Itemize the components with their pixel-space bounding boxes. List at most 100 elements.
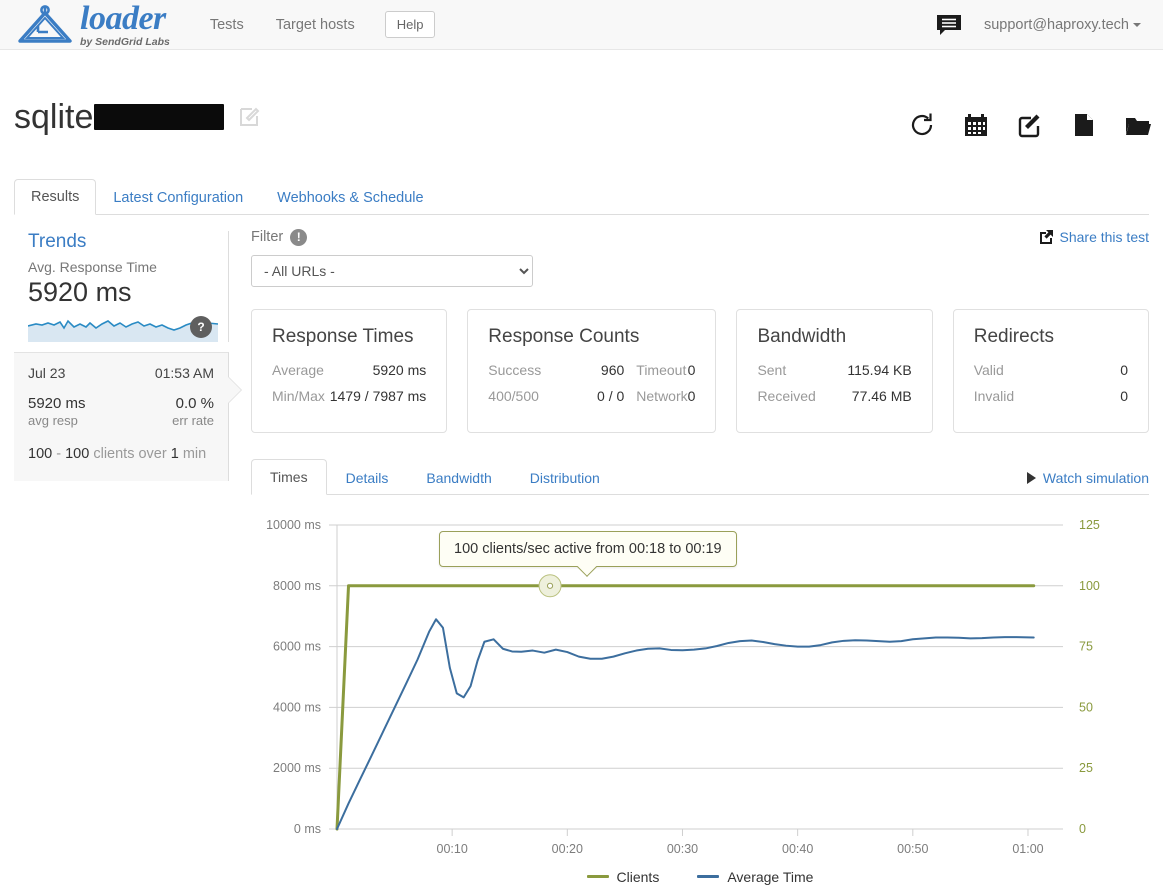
chat-icon[interactable] bbox=[936, 14, 962, 36]
card-title: Response Counts bbox=[488, 325, 640, 347]
row-value: 77.46 MB bbox=[851, 387, 912, 404]
row-key-timeout: Timeout bbox=[636, 361, 687, 378]
card-title: Redirects bbox=[973, 325, 1054, 347]
nav-links: Tests Target hosts Help bbox=[196, 9, 436, 41]
rerun-icon[interactable] bbox=[909, 112, 935, 138]
trends-column: Trends Avg. Response Time 5920 ms ? Jul … bbox=[14, 215, 241, 885]
help-button[interactable]: Help bbox=[384, 11, 436, 38]
rename-test-icon[interactable] bbox=[238, 105, 262, 129]
watch-simulation-link[interactable]: Watch simulation bbox=[1026, 469, 1149, 486]
navbar-right: support@haproxy.tech bbox=[936, 14, 1149, 36]
trend-clients-unit: min bbox=[182, 445, 207, 462]
card-row: Min/Max 1479 / 7987 ms bbox=[272, 388, 426, 404]
times-chart: 0 ms 2000 ms 4000 ms 6000 ms 8000 ms 10000 ms… bbox=[251, 509, 1149, 859]
play-icon bbox=[1026, 471, 1036, 484]
svg-text:50: 50 bbox=[1079, 700, 1093, 714]
page-title-text: sqlite bbox=[14, 97, 94, 136]
watch-simulation-label: Watch simulation bbox=[1042, 469, 1149, 486]
trend-clients-from: 100 bbox=[28, 445, 53, 462]
trend-detail-panel[interactable]: Jul 23 01:53 AM 5920 ms 0.0 % avg resp e… bbox=[14, 351, 241, 481]
trend-detail-date: Jul 23 bbox=[28, 364, 66, 381]
trends-card: Trends Avg. Response Time 5920 ms ? bbox=[14, 230, 229, 342]
legend-swatch-average-time bbox=[697, 875, 720, 879]
chart-tab-distribution[interactable]: Distribution bbox=[511, 460, 619, 495]
calendar-icon[interactable] bbox=[963, 112, 989, 138]
row-value-timeout: 0 bbox=[687, 361, 696, 378]
chart-tab-bandwidth[interactable]: Bandwidth bbox=[407, 460, 510, 495]
row-value: 0 bbox=[1120, 387, 1128, 404]
page-header: sqlite bbox=[0, 50, 1163, 159]
card-row: Sent 115.94 KB bbox=[757, 362, 911, 378]
share-this-test-label: Share this test bbox=[1059, 228, 1150, 245]
chart-tab-details[interactable]: Details bbox=[327, 460, 408, 495]
legend-item-clients[interactable]: Clients bbox=[586, 868, 660, 885]
content-area: Trends Avg. Response Time 5920 ms ? Jul … bbox=[0, 215, 1163, 885]
row-key-network: Network bbox=[636, 387, 688, 404]
chart-tooltip-text: 100 clients/sec active from 00:18 to 00:… bbox=[454, 540, 722, 557]
brand-logo-area[interactable]: loader by SendGrid Labs bbox=[14, 0, 170, 48]
trends-sparkline-wrap: ? bbox=[28, 312, 218, 342]
row-value: 115.94 KB bbox=[847, 361, 912, 378]
tab-results[interactable]: Results bbox=[14, 178, 97, 215]
copy-page-icon[interactable] bbox=[1071, 112, 1097, 138]
nav-link-target-hosts[interactable]: Target hosts bbox=[262, 9, 369, 41]
row-key-400-500: 400/500 bbox=[488, 387, 539, 404]
filter-info-icon[interactable]: ! bbox=[290, 228, 308, 246]
row-value-400-500: 0 / 0 bbox=[597, 387, 625, 404]
svg-text:8000 ms: 8000 ms bbox=[273, 579, 321, 593]
edit-icon[interactable] bbox=[1017, 112, 1043, 138]
trend-err-rate-label: err rate bbox=[172, 412, 214, 428]
brand-subtitle: by SendGrid Labs bbox=[80, 35, 170, 48]
chart-legend: Clients Average Time bbox=[251, 869, 1149, 885]
card-row: Invalid 0 bbox=[974, 388, 1128, 404]
svg-text:00:40: 00:40 bbox=[782, 842, 813, 856]
card-row: 400/500 0 / 0 Network 0 bbox=[488, 388, 695, 404]
trends-subtitle: Avg. Response Time bbox=[28, 258, 157, 275]
svg-text:10000 ms: 10000 ms bbox=[266, 518, 321, 532]
filter-label: Filter bbox=[251, 229, 284, 246]
card-row: Average 5920 ms bbox=[272, 362, 426, 378]
trend-detail-metrics: 5920 ms 0.0 % avg resp err rate bbox=[28, 395, 214, 428]
row-value: 0 bbox=[1120, 361, 1128, 378]
legend-swatch-clients bbox=[586, 875, 609, 879]
loader-logo-icon bbox=[18, 5, 72, 43]
legend-label-clients: Clients bbox=[616, 868, 660, 885]
card-row: Valid 0 bbox=[974, 362, 1128, 378]
svg-text:00:50: 00:50 bbox=[897, 842, 928, 856]
svg-text:01:00: 01:00 bbox=[1012, 842, 1043, 856]
test-actions-toolbar bbox=[909, 112, 1151, 138]
nav-link-tests[interactable]: Tests bbox=[196, 9, 258, 41]
main-tabs: Results Latest Configuration Webhooks & … bbox=[14, 178, 1149, 215]
chart-tab-times[interactable]: Times bbox=[251, 458, 327, 495]
trend-detail-time: 01:53 AM bbox=[154, 364, 214, 381]
trend-detail-datetime: Jul 23 01:53 AM bbox=[28, 365, 214, 381]
row-key: Received bbox=[757, 387, 816, 404]
top-navbar: loader by SendGrid Labs Tests Target hos… bbox=[0, 0, 1163, 50]
row-key: Min/Max bbox=[272, 387, 325, 404]
url-filter-select[interactable]: - All URLs - bbox=[251, 254, 533, 287]
user-menu[interactable]: support@haproxy.tech bbox=[984, 17, 1141, 33]
svg-text:125: 125 bbox=[1079, 518, 1100, 532]
svg-text:75: 75 bbox=[1079, 640, 1093, 654]
svg-text:4000 ms: 4000 ms bbox=[273, 700, 321, 714]
tab-latest-configuration[interactable]: Latest Configuration bbox=[96, 180, 260, 215]
redacted-title-block bbox=[94, 104, 225, 131]
share-icon bbox=[1039, 229, 1053, 244]
trends-help-badge[interactable]: ? bbox=[190, 315, 212, 338]
tab-webhooks-schedule[interactable]: Webhooks & Schedule bbox=[260, 180, 440, 215]
page-title: sqlite bbox=[14, 97, 225, 136]
row-key: Invalid bbox=[973, 387, 1015, 404]
legend-item-average-time[interactable]: Average Time bbox=[697, 869, 813, 885]
svg-text:6000 ms: 6000 ms bbox=[273, 640, 321, 654]
row-key: Sent bbox=[757, 361, 787, 378]
trends-title[interactable]: Trends bbox=[28, 231, 228, 253]
svg-text:0 ms: 0 ms bbox=[294, 822, 321, 836]
card-title: Response Times bbox=[272, 325, 414, 347]
row-value-success: 960 bbox=[600, 361, 625, 378]
folder-icon[interactable] bbox=[1125, 112, 1151, 138]
card-row: Success 960 Timeout 0 bbox=[488, 362, 695, 378]
svg-text:25: 25 bbox=[1079, 761, 1093, 775]
brand-wordmark: loader bbox=[80, 0, 166, 37]
share-this-test-link[interactable]: Share this test bbox=[1038, 228, 1150, 245]
legend-label-average-time: Average Time bbox=[727, 868, 814, 885]
